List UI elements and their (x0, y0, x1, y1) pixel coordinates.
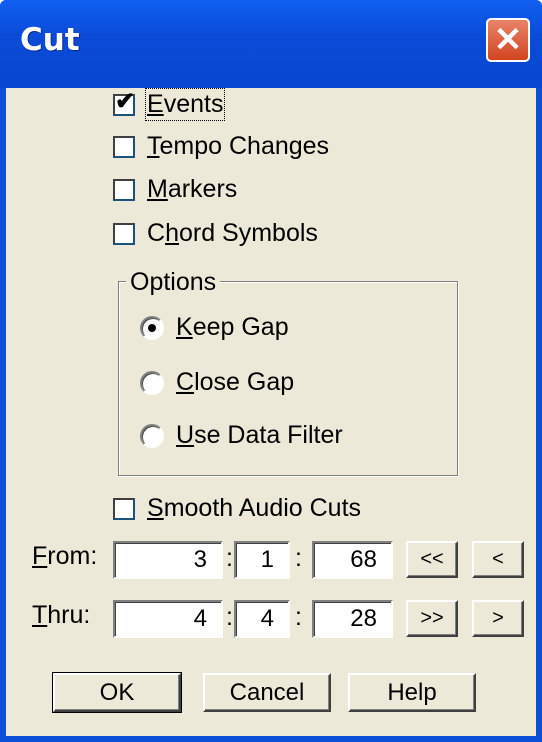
use-data-filter-radio-button[interactable] (140, 423, 164, 448)
prev-button[interactable]: < (472, 541, 524, 578)
from-label: From: (32, 542, 98, 570)
last-button[interactable]: >> (406, 600, 458, 637)
markers-checkbox[interactable]: Markers (113, 175, 237, 204)
checkmark-icon: ✔ (115, 87, 136, 115)
tempo-changes-checkbox-box[interactable] (113, 135, 135, 158)
radio-dot-icon (148, 323, 156, 332)
events-checkbox-box[interactable]: ✔ (113, 89, 135, 116)
chord-symbols-label: Chord Symbols (147, 219, 318, 247)
next-button[interactable]: > (472, 600, 524, 637)
from-beat-field[interactable]: 1 (234, 541, 290, 579)
close-icon: ✕ (493, 21, 523, 59)
tempo-changes-label: Tempo Changes (147, 132, 330, 160)
close-gap-radio-button[interactable] (140, 370, 164, 395)
thru-separator: : (226, 603, 233, 631)
cancel-button[interactable]: Cancel (203, 673, 331, 712)
close-button[interactable]: ✕ (486, 18, 530, 62)
thru-label: Thru: (32, 601, 91, 629)
use-data-filter-label: Use Data Filter (176, 421, 343, 449)
title-bar[interactable]: Cut ✕ (0, 0, 542, 88)
tempo-changes-checkbox[interactable]: Tempo Changes (113, 132, 329, 161)
markers-checkbox-box[interactable] (113, 178, 135, 201)
thru-separator: : (295, 603, 302, 631)
smooth-audio-cuts-checkbox-box[interactable] (113, 497, 135, 520)
first-button[interactable]: << (406, 541, 458, 578)
from-separator: : (295, 544, 302, 572)
from-separator: : (226, 544, 233, 572)
close-gap-label: Close Gap (176, 368, 295, 396)
smooth-audio-cuts-label: Smooth Audio Cuts (147, 494, 362, 522)
dialog-body: ✔ Events Tempo Changes Markers Chord Sym… (6, 88, 536, 736)
markers-label: Markers (147, 175, 238, 203)
keep-gap-radio[interactable]: Keep Gap (140, 313, 289, 342)
chord-symbols-checkbox-box[interactable] (113, 222, 135, 245)
chord-symbols-checkbox[interactable]: Chord Symbols (113, 219, 318, 248)
events-label: Events (144, 88, 226, 121)
window-title: Cut (20, 22, 80, 58)
thru-beat-field[interactable]: 4 (234, 600, 290, 638)
options-legend: Options (126, 268, 221, 297)
ok-button[interactable]: OK (52, 672, 182, 713)
close-gap-radio[interactable]: Close Gap (140, 368, 294, 397)
keep-gap-label: Keep Gap (176, 313, 289, 341)
help-button[interactable]: Help (348, 673, 476, 712)
cut-dialog: Cut ✕ ✔ Events Tempo Changes Markers Cho… (0, 0, 542, 742)
from-tick-field[interactable]: 68 (312, 541, 393, 579)
keep-gap-radio-button[interactable] (140, 315, 164, 340)
smooth-audio-cuts-checkbox[interactable]: Smooth Audio Cuts (113, 494, 361, 523)
use-data-filter-radio[interactable]: Use Data Filter (140, 421, 343, 450)
thru-bar-field[interactable]: 4 (113, 600, 223, 638)
from-bar-field[interactable]: 3 (113, 541, 223, 579)
events-checkbox[interactable]: ✔ Events (113, 88, 226, 121)
thru-tick-field[interactable]: 28 (312, 600, 393, 638)
